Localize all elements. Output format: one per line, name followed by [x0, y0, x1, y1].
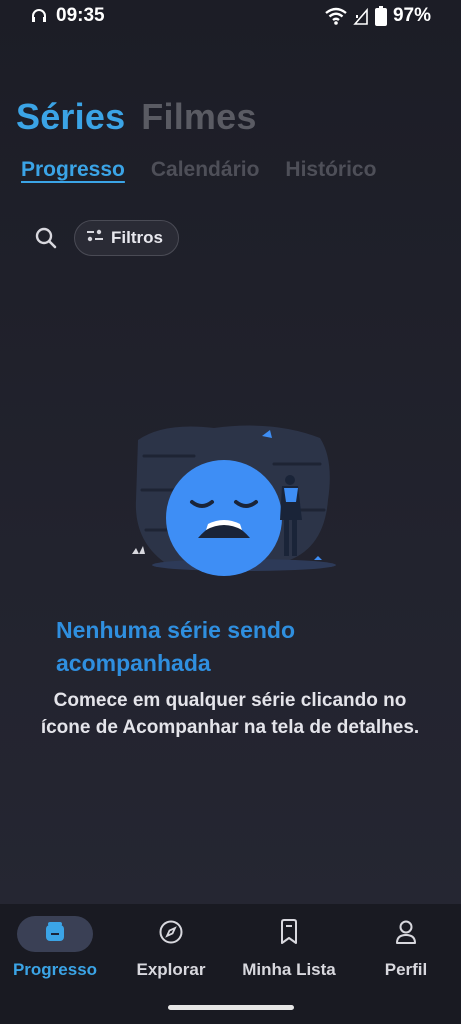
search-button[interactable] — [34, 226, 58, 250]
sad-face-illustration — [124, 420, 340, 580]
status-right: 97% — [325, 5, 431, 27]
tab-filmes[interactable]: Filmes — [141, 96, 256, 138]
nav-icon-wrap — [133, 916, 209, 952]
nav-icon-wrap — [17, 916, 93, 952]
signal-icon — [353, 7, 369, 25]
nav-icon-wrap — [251, 916, 327, 952]
nav-label-progresso: Progresso — [12, 960, 98, 979]
tab-calendario[interactable]: Calendário — [151, 158, 260, 182]
sub-tabs: Progresso Calendário Histórico — [21, 158, 376, 182]
empty-state-title: Nenhuma série sendo acompanhada — [56, 617, 296, 676]
filter-chip[interactable]: Filtros — [74, 220, 179, 256]
nav-label-minha-lista: Minha Lista — [242, 960, 336, 979]
bookmark-icon — [278, 918, 300, 950]
nav-item-perfil[interactable]: Perfil — [351, 904, 461, 1004]
nav-label-explorar: Explorar — [136, 960, 206, 979]
nav-item-explorar[interactable]: Explorar — [116, 904, 226, 1004]
nav-item-minha-lista[interactable]: Minha Lista — [234, 904, 344, 1004]
screen: 09:35 97% Séries Filmes Progresso Calend… — [0, 0, 461, 1024]
tab-series[interactable]: Séries — [16, 96, 125, 138]
tab-historico[interactable]: Histórico — [285, 158, 376, 182]
filter-label: Filtros — [111, 228, 163, 247]
headphones-icon — [30, 7, 48, 25]
tab-progresso[interactable]: Progresso — [21, 158, 125, 182]
battery-icon — [374, 6, 387, 26]
compass-icon — [158, 919, 184, 950]
progress-icon — [44, 921, 66, 948]
empty-state-description: Comece em qualquer série clicando no íco… — [40, 690, 420, 738]
status-time: 09:35 — [56, 5, 105, 26]
nav-icon-wrap — [368, 916, 444, 952]
home-indicator[interactable] — [168, 1005, 294, 1010]
search-icon — [34, 227, 58, 254]
battery-percent: 97% — [392, 5, 431, 26]
nav-item-progresso[interactable]: Progresso — [0, 904, 110, 1004]
person-icon — [394, 919, 418, 950]
status-left: 09:35 — [30, 5, 105, 27]
nav-label-perfil: Perfil — [384, 960, 428, 979]
wifi-icon — [325, 7, 347, 25]
status-bar: 09:35 97% — [0, 0, 461, 34]
main-tabs: Séries Filmes — [16, 96, 257, 138]
filter-icon — [87, 228, 103, 248]
